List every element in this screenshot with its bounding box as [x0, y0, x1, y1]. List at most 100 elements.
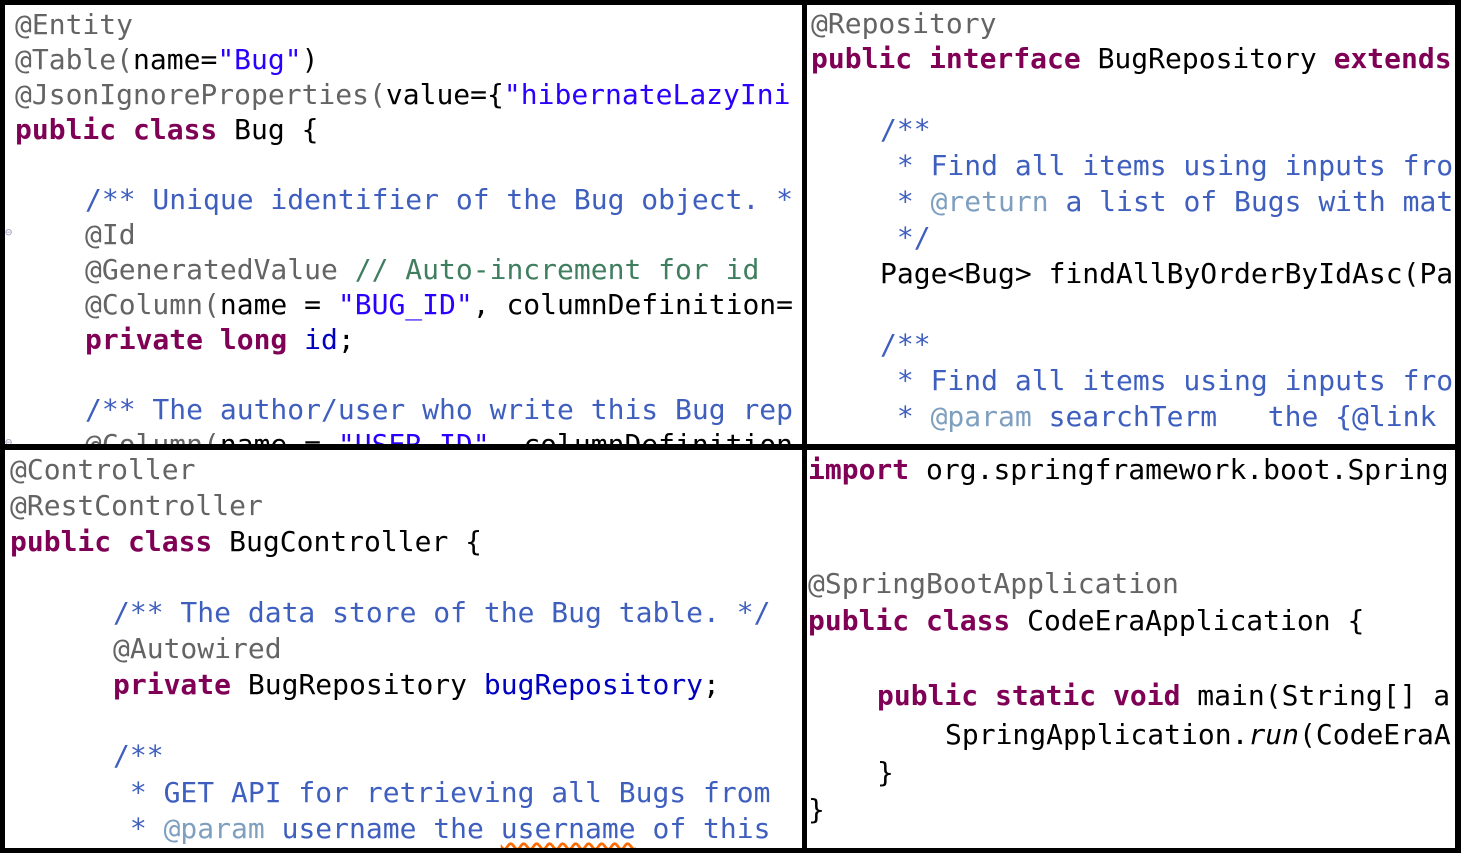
code-text: } [877, 756, 894, 789]
code-panel-controller: @Controller @RestController public class… [5, 450, 802, 848]
code-line: /** Unique identifier of the Bug object.… [85, 182, 793, 218]
code-text: ) [301, 43, 319, 76]
code-line: @SpringBootApplication [808, 566, 1179, 602]
annotation: @Repository [811, 7, 997, 40]
string-literal: "Bug" [217, 43, 302, 76]
code-line: @Controller [10, 452, 195, 488]
fold-marker-icon[interactable]: ⊖ [5, 435, 12, 444]
code-line: Page<Bug> findAllByOrderByIdAsc(Pa [880, 256, 1453, 292]
code-text: name = [220, 428, 338, 444]
javadoc-comment: /** The author/user who write this Bug r… [85, 393, 794, 426]
annotation: @Column( [85, 428, 220, 444]
javadoc-comment: /** [880, 328, 931, 361]
fold-marker-icon[interactable]: ⊖ [5, 225, 12, 239]
keyword: import [808, 453, 910, 486]
code-line: /** [880, 112, 931, 148]
code-line: @Repository [811, 6, 996, 42]
javadoc-comment: /** The data store of the Bug table. */ [113, 596, 771, 629]
keyword: private [113, 668, 232, 701]
javadoc-comment: * [880, 185, 931, 218]
code-line: /** The data store of the Bug table. */ [113, 595, 770, 631]
keyword: private long [85, 323, 288, 356]
code-panel-repository: @Repository public interface BugReposito… [807, 5, 1455, 444]
code-line: } [808, 792, 825, 828]
code-line: @Table(name="Bug") [15, 42, 318, 78]
javadoc-comment: * GET API for retrieving all Bugs from [113, 776, 771, 809]
annotation: @Column( [85, 288, 220, 321]
code-line: @Column(name = "USER_ID", columnDefiniti… [85, 427, 793, 444]
code-line: public class BugController { [10, 524, 482, 560]
code-text: ; [337, 323, 355, 356]
javadoc-comment: /** [880, 113, 931, 146]
code-text: ; [703, 668, 720, 701]
string-literal: "BUG_ID" [337, 288, 473, 321]
annotation: @RestController [10, 489, 263, 522]
annotation: @Controller [10, 453, 196, 486]
code-text: Bug { [217, 113, 319, 146]
keyword: public class [808, 604, 1011, 637]
code-text: SpringApplication. [945, 718, 1249, 751]
code-text: name= [133, 43, 218, 76]
javadoc-tag: @param [163, 812, 265, 845]
keyword: public interface [811, 42, 1081, 75]
javadoc-comment: * [113, 812, 164, 845]
code-line: * @param searchTerm the {@link [880, 399, 1453, 435]
annotation: @Id [85, 218, 136, 251]
string-literal: "USER_ID" [338, 428, 490, 444]
javadoc-comment: * [880, 400, 931, 433]
code-text: Page<Bug> findAllByOrderByIdAsc(Pa [880, 257, 1454, 290]
keyword: public class [15, 113, 218, 146]
code-text: org.springframework.boot.Spring [909, 453, 1449, 486]
code-line: private BugRepository bugRepository; [113, 667, 720, 703]
annotation: @Entity [15, 8, 134, 41]
code-line: @Autowired [113, 631, 282, 667]
code-text: BugRepository [1080, 42, 1334, 75]
code-line: SpringApplication.run(CodeEraA [945, 717, 1451, 753]
code-text: main(String[] a [1180, 679, 1451, 712]
javadoc-tag: @param [930, 400, 1032, 433]
static-method-call: run [1248, 718, 1300, 751]
annotation: @GeneratedValue [85, 253, 338, 286]
javadoc-tag: @return [930, 185, 1049, 218]
annotation: @Table( [15, 43, 134, 76]
code-text: } [808, 793, 825, 826]
code-line: @Entity [15, 7, 133, 43]
code-line: * Find all items using inputs fro [880, 363, 1453, 399]
keyword: public static void [877, 679, 1181, 712]
code-line: * Find all items using inputs fro [880, 148, 1453, 184]
code-panel-application: import org.springframework.boot.Spring @… [807, 450, 1455, 848]
code-line: /** [113, 738, 164, 774]
code-line: public class Bug { [15, 112, 318, 148]
javadoc-comment: * Find all items using inputs fro [880, 149, 1454, 182]
annotation: @Autowired [113, 632, 282, 665]
code-line: @Id [85, 217, 136, 253]
annotation: @JsonIgnoreProperties( [15, 78, 386, 111]
code-line: } [877, 755, 894, 791]
javadoc-comment: searchTerm the {@link [1031, 400, 1454, 433]
javadoc-comment: a list of Bugs with mat [1048, 185, 1454, 218]
code-text: BugRepository [231, 668, 484, 701]
code-text: (CodeEraA [1299, 718, 1451, 751]
code-line: /** [880, 327, 931, 363]
code-text: BugController { [212, 525, 483, 558]
annotation: @SpringBootApplication [808, 567, 1179, 600]
code-line: * @return a list of Bugs with mat [880, 184, 1453, 220]
code-line: @Column(name = "BUG_ID", columnDefinitio… [85, 287, 793, 323]
code-line: * @param username the username of this [113, 811, 771, 847]
code-line: private long id; [85, 322, 355, 358]
string-literal: "hibernateLazyIni [503, 78, 791, 111]
keyword: extends [1333, 42, 1452, 75]
code-text: value={ [385, 78, 504, 111]
javadoc-comment: /** Unique identifier of the Bug object.… [85, 183, 794, 216]
code-line: public static void main(String[] a [877, 678, 1450, 714]
code-line: * GET API for retrieving all Bugs from [113, 775, 771, 811]
javadoc-comment: * Find all items using inputs fro [880, 364, 1454, 397]
code-line: */ [880, 220, 931, 256]
code-text: name = [219, 288, 338, 321]
field-name: bugRepository [483, 668, 704, 701]
javadoc-comment: */ [880, 221, 931, 254]
javadoc-comment: username the [264, 812, 501, 845]
code-line: import org.springframework.boot.Spring [808, 452, 1449, 488]
spelling-warning[interactable]: username [501, 812, 636, 845]
code-line: @GeneratedValue // Auto-increment for id [85, 252, 759, 288]
